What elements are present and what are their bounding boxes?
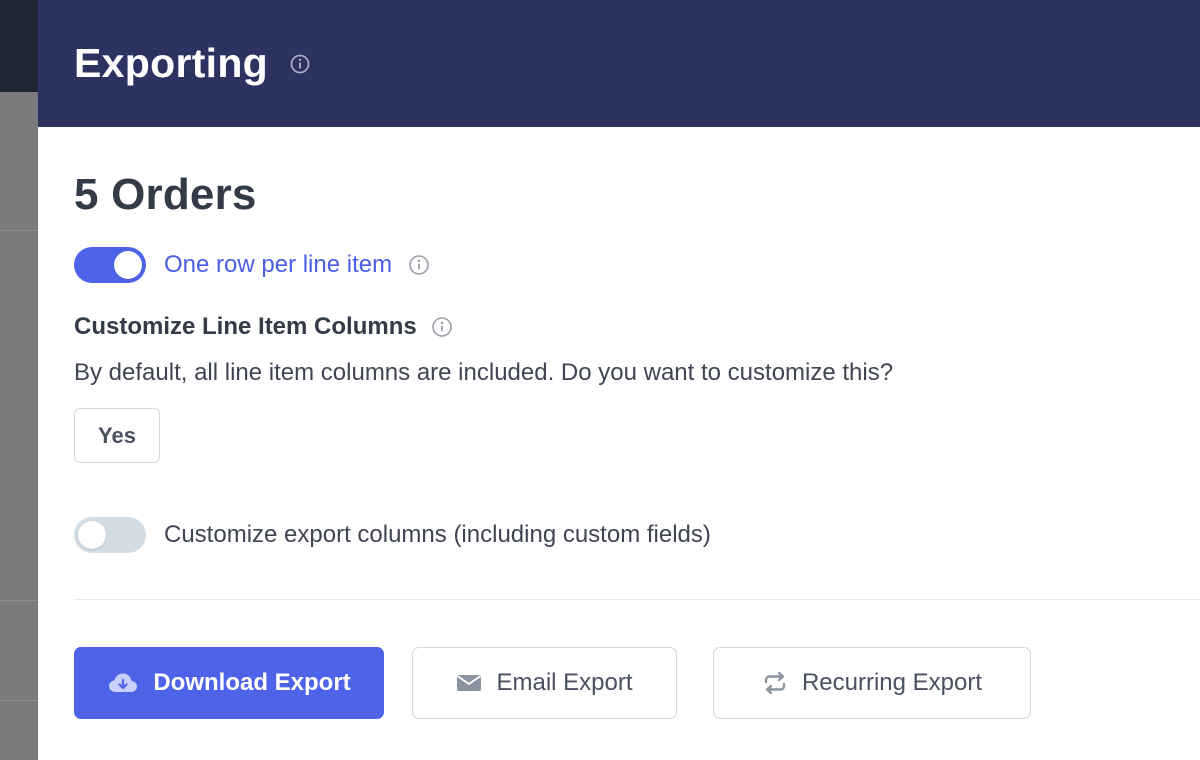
toggle-knob xyxy=(114,251,142,279)
background-divider xyxy=(0,700,38,701)
section-heading-text: Customize Line Item Columns xyxy=(74,313,417,340)
cloud-download-icon xyxy=(107,671,139,695)
export-columns-toggle[interactable] xyxy=(74,517,146,553)
customize-description: By default, all line item columns are in… xyxy=(74,359,894,386)
background-page xyxy=(0,0,38,760)
email-export-label: Email Export xyxy=(496,669,633,696)
background-header xyxy=(0,0,38,92)
divider xyxy=(74,599,1200,600)
info-circle-icon[interactable] xyxy=(431,316,453,338)
info-circle-icon[interactable] xyxy=(290,54,310,74)
email-export-button[interactable]: Email Export xyxy=(412,647,677,719)
toggle-knob xyxy=(78,521,106,549)
line-item-toggle[interactable] xyxy=(74,247,146,283)
download-export-label: Download Export xyxy=(153,669,351,696)
modal-header: Exporting xyxy=(38,0,1200,127)
envelope-icon xyxy=(456,673,482,693)
modal-title: Exporting xyxy=(74,40,269,86)
action-buttons: Download Export Email Export Recurring E… xyxy=(74,647,1200,719)
yes-button[interactable]: Yes xyxy=(74,408,160,463)
export-columns-toggle-row: Customize export columns (including cust… xyxy=(74,517,1200,553)
background-divider xyxy=(0,230,38,231)
line-item-toggle-row: One row per line item xyxy=(74,247,1200,283)
repeat-icon xyxy=(762,671,788,695)
download-export-button[interactable]: Download Export xyxy=(74,647,384,719)
info-circle-icon[interactable] xyxy=(408,254,430,276)
export-columns-toggle-label[interactable]: Customize export columns (including cust… xyxy=(164,521,711,549)
recurring-export-button[interactable]: Recurring Export xyxy=(713,647,1031,719)
background-divider xyxy=(0,600,38,601)
orders-count-title: 5 Orders xyxy=(74,170,257,219)
recurring-export-label: Recurring Export xyxy=(801,669,983,696)
customize-line-items-heading: Customize Line Item Columns xyxy=(74,313,1200,341)
line-item-toggle-label[interactable]: One row per line item xyxy=(164,251,392,279)
modal-body: 5 Orders One row per line item Customize… xyxy=(38,169,1200,719)
export-modal: Exporting 5 Orders One row per line item… xyxy=(38,0,1200,760)
